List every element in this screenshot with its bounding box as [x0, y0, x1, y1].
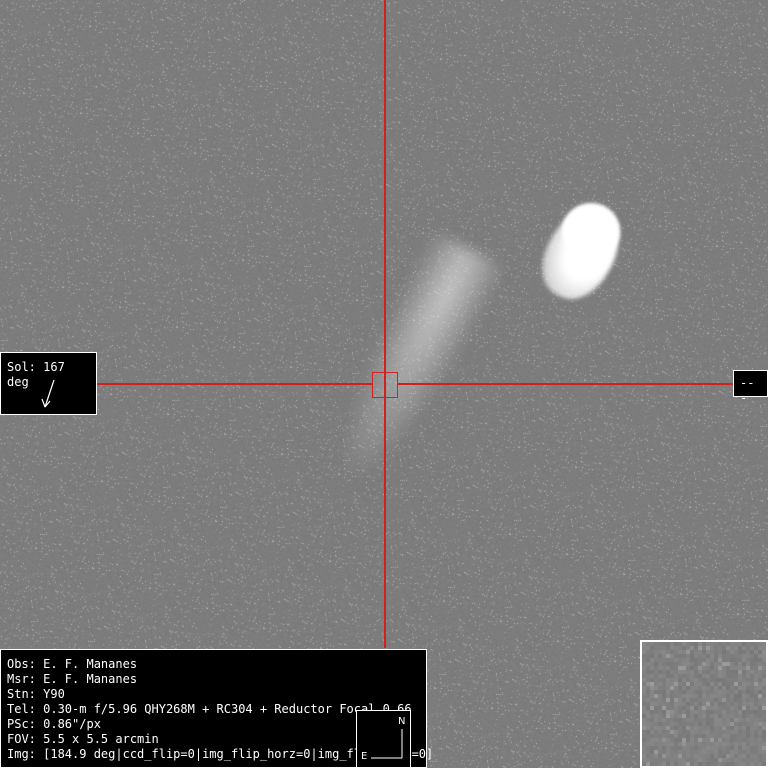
comet-nucleus: [562, 203, 620, 259]
compass-east-label: E: [361, 751, 368, 762]
observer-line: Obs: E. F. Mananes: [7, 657, 138, 671]
compass-north-label: N: [398, 716, 406, 727]
crosshair-target-box: [372, 372, 398, 398]
target-label: ---: [733, 370, 768, 405]
crosshair-vertical: [384, 0, 386, 648]
arrow-icon: [41, 379, 55, 408]
compass-icon: N E: [356, 710, 411, 768]
zoom-inset: [640, 640, 768, 768]
crosshair-horizontal-left: [96, 383, 372, 385]
zoom-inset-pixels: [642, 642, 766, 766]
station-line: Stn: Y90: [7, 687, 65, 701]
sun-direction-panel: Sol: 167 deg: [0, 352, 97, 415]
image-viewport[interactable]: Sol: 167 deg --- Obs: E. F. Mananes Msr:…: [0, 0, 768, 768]
crosshair-horizontal-right: [398, 383, 734, 385]
measurer-line: Msr: E. F. Mananes: [7, 672, 138, 686]
